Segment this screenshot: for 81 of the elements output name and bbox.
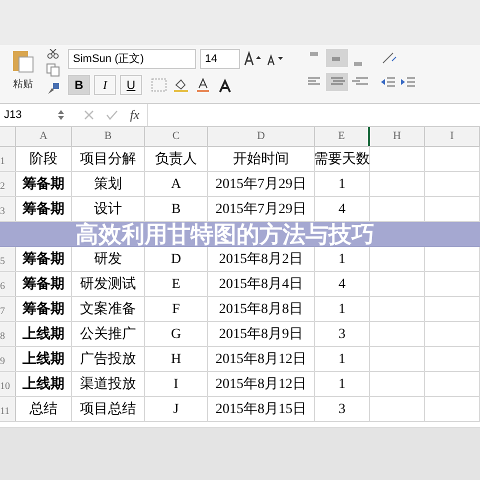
table-cell: 3 — [315, 397, 370, 421]
row-header[interactable]: 10 — [0, 372, 16, 396]
table-cell: 上线期 — [16, 322, 72, 346]
row-header[interactable]: 6 — [0, 272, 16, 296]
table-cell: H — [145, 347, 208, 371]
table-cell: G — [145, 322, 208, 346]
font-color-icon[interactable] — [194, 77, 212, 93]
table-cell: 项目分解 — [72, 147, 145, 171]
table-cell: 1 — [315, 297, 370, 321]
clipboard-icon[interactable] — [12, 49, 34, 73]
name-box[interactable]: J13 — [0, 106, 58, 124]
row-header[interactable]: 1 — [0, 147, 16, 171]
table-cell: 需要天数 — [315, 147, 370, 171]
column-header[interactable]: C — [145, 127, 208, 146]
table-cell: 项目总结 — [72, 397, 145, 421]
row-header[interactable]: 8 — [0, 322, 16, 346]
font-size-field[interactable]: 14 — [200, 49, 240, 69]
row-header[interactable]: 7 — [0, 297, 16, 321]
italic-button[interactable]: I — [94, 75, 116, 95]
table-cell: J — [145, 397, 208, 421]
table-cell: 2015年8月12日 — [208, 372, 315, 396]
table-cell: 研发测试 — [72, 272, 145, 296]
column-header[interactable]: E — [315, 127, 370, 146]
table-cell: 上线期 — [16, 372, 72, 396]
font-name-field[interactable]: SimSun (正文) — [68, 49, 196, 69]
table-cell: 4 — [315, 272, 370, 296]
stepper-icon[interactable] — [58, 109, 64, 121]
table-cell: 2015年8月4日 — [208, 272, 315, 296]
table-cell: A — [145, 172, 208, 196]
column-header[interactable]: A — [16, 127, 72, 146]
table-cell: 3 — [315, 322, 370, 346]
table-cell: 开始时间 — [208, 147, 315, 171]
table-cell: 公关推广 — [72, 322, 145, 346]
table-cell: 筹备期 — [16, 297, 72, 321]
fill-color-icon[interactable] — [172, 77, 190, 93]
table-cell: 2015年8月12日 — [208, 347, 315, 371]
align-middle-icon[interactable] — [326, 49, 348, 67]
table-cell: 策划 — [72, 172, 145, 196]
row-header[interactable]: 5 — [0, 247, 16, 271]
table-cell: 1 — [315, 372, 370, 396]
table-cell: B — [145, 197, 208, 221]
align-center-icon[interactable] — [326, 73, 348, 91]
table-cell: 2015年8月15日 — [208, 397, 315, 421]
table-cell: 1 — [315, 172, 370, 196]
table-cell: 设计 — [72, 197, 145, 221]
table-cell: 总结 — [16, 397, 72, 421]
table-cell: 4 — [315, 197, 370, 221]
table-cell: 筹备期 — [16, 197, 72, 221]
column-header[interactable]: I — [425, 127, 480, 146]
column-header[interactable]: B — [72, 127, 145, 146]
table-cell: 2015年8月9日 — [208, 322, 315, 346]
table-cell: 1 — [315, 347, 370, 371]
table-cell: 上线期 — [16, 347, 72, 371]
table-cell: 筹备期 — [16, 172, 72, 196]
table-cell: 文案准备 — [72, 297, 145, 321]
column-header[interactable]: D — [208, 127, 315, 146]
table-cell: I — [145, 372, 208, 396]
title-banner: 高效利用甘特图的方法与技巧 — [0, 222, 480, 247]
underline-button[interactable]: U — [120, 75, 142, 95]
table-cell: 筹备期 — [16, 272, 72, 296]
row-header[interactable]: 11 — [0, 397, 16, 421]
row-header[interactable]: 3 — [0, 197, 16, 221]
bold-button[interactable]: B — [68, 75, 90, 95]
table-cell: F — [145, 297, 208, 321]
table-cell: E — [145, 272, 208, 296]
row-header[interactable]: 2 — [0, 172, 16, 196]
table-cell: 2015年8月8日 — [208, 297, 315, 321]
grow-font-icon[interactable] — [244, 51, 262, 67]
column-header[interactable]: H — [370, 127, 425, 146]
table-cell: 负责人 — [145, 147, 208, 171]
copy-icon[interactable] — [46, 63, 60, 77]
table-cell: 2015年7月29日 — [208, 197, 315, 221]
table-cell: 阶段 — [16, 147, 72, 171]
paste-label[interactable]: 粘贴 — [13, 77, 33, 92]
scissors-icon[interactable] — [47, 49, 59, 59]
table-cell: 2015年7月29日 — [208, 172, 315, 196]
table-cell: 广告投放 — [72, 347, 145, 371]
table-cell: 渠道投放 — [72, 372, 145, 396]
row-header[interactable]: 9 — [0, 347, 16, 371]
brush-icon[interactable] — [46, 81, 60, 95]
function-button[interactable]: fx — [130, 105, 140, 125]
